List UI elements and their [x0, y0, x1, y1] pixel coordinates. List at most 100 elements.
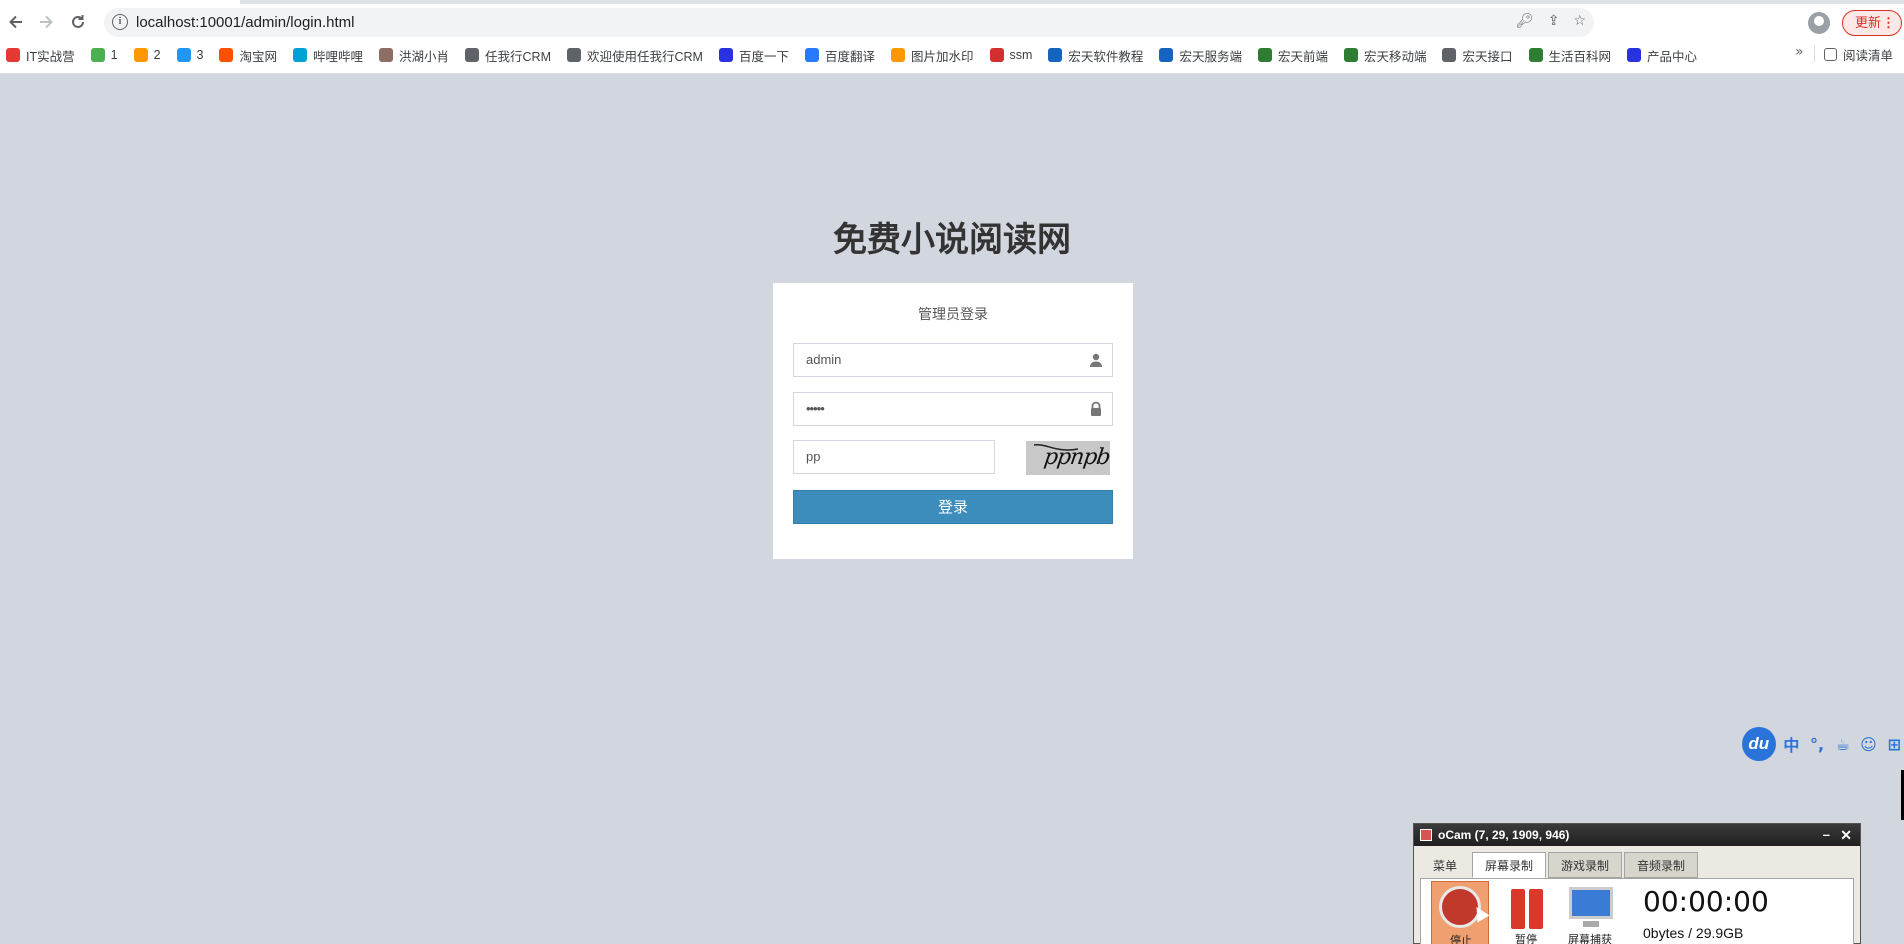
- bookmark-item[interactable]: 产品中心: [1627, 45, 1697, 65]
- bookmark-label: 3: [196, 48, 204, 62]
- pause-icon: [1511, 889, 1525, 929]
- bookmark-favicon-icon: [1159, 48, 1174, 62]
- bookmark-favicon-icon: [1257, 48, 1272, 62]
- forward-icon[interactable]: [34, 10, 58, 34]
- bookmark-label: 百度翻译: [824, 49, 875, 64]
- username-input[interactable]: admin: [793, 343, 1113, 377]
- back-icon[interactable]: [4, 10, 28, 34]
- bookmark-label: 洪湖小肖: [399, 49, 450, 64]
- password-input[interactable]: •••••: [793, 392, 1113, 426]
- bookmark-label: 宏天前端: [1277, 49, 1328, 64]
- bookmark-favicon-icon: [1442, 48, 1457, 62]
- bookmark-favicon-icon: [465, 48, 480, 62]
- ime-punctuation-toggle[interactable]: °,: [1807, 735, 1827, 754]
- bookmark-favicon-icon: [890, 48, 905, 62]
- reading-list-icon: [1824, 48, 1837, 61]
- bookmark-label: 哔哩哔哩: [312, 49, 363, 64]
- share-icon[interactable]: ⇪: [1548, 13, 1560, 29]
- profile-avatar[interactable]: [1808, 12, 1830, 34]
- bookmark-item[interactable]: 宏天前端: [1257, 45, 1328, 65]
- close-icon[interactable]: ✕: [1840, 824, 1852, 846]
- bookmark-item[interactable]: 1: [90, 45, 118, 65]
- tab-game-record[interactable]: 游戏录制: [1548, 852, 1623, 878]
- username-value: admin: [806, 352, 842, 367]
- bookmark-item[interactable]: ssm: [989, 45, 1033, 65]
- bookmark-favicon-icon: [1048, 48, 1063, 62]
- bookmarks-more-icon[interactable]: »: [1795, 44, 1804, 60]
- ime-user-icon[interactable]: ☺: [1859, 735, 1879, 754]
- browser-toolbar: i localhost:10001/admin/login.html 🔑︎ ⇪ …: [0, 0, 1904, 74]
- star-icon[interactable]: ☆: [1573, 13, 1586, 29]
- update-label: 更新: [1855, 15, 1882, 30]
- bookmark-item[interactable]: 图片加水印: [890, 45, 974, 65]
- ocam-window: oCam (7, 29, 1909, 946) – ✕ 菜单 屏幕录制 游戏录制…: [1413, 823, 1861, 944]
- monitor-stand: [1583, 921, 1599, 927]
- bookmark-item[interactable]: 哔哩哔哩: [292, 45, 363, 65]
- pause-button[interactable]: 暂停: [1497, 881, 1555, 944]
- reading-list-button[interactable]: 阅读清单: [1824, 45, 1893, 64]
- ocam-title: oCam (7, 29, 1909, 946): [1438, 828, 1570, 842]
- bookmark-item[interactable]: 百度一下: [718, 45, 789, 65]
- bookmark-item[interactable]: 百度翻译: [804, 45, 875, 65]
- bookmark-label: 宏天接口: [1462, 49, 1513, 64]
- ime-chinese-toggle[interactable]: 中: [1782, 732, 1802, 756]
- baidu-ime-logo[interactable]: du: [1742, 727, 1776, 761]
- bookmark-favicon-icon: [176, 48, 191, 62]
- pause-icon-bar: [1529, 889, 1543, 929]
- screen-capture-button[interactable]: 屏幕捕获: [1561, 881, 1619, 944]
- bookmark-item[interactable]: 2: [133, 45, 161, 65]
- bookmarks-divider: [1814, 46, 1815, 62]
- bookmark-label: 欢迎使用任我行CRM: [586, 49, 703, 64]
- stop-label: 停止: [1450, 934, 1472, 944]
- bookmark-favicon-icon: [1528, 48, 1543, 62]
- bookmark-label: 产品中心: [1647, 49, 1698, 64]
- bookmark-item[interactable]: 3: [176, 45, 204, 65]
- bookmarks-bar: IT实战营 1 2 3 淘宝网 哔哩哔哩 洪湖小肖 任我行CRM 欢迎使用任我行CRM 百度一下 百…: [6, 45, 1713, 65]
- key-icon[interactable]: 🔑︎: [1516, 13, 1534, 29]
- ime-skin-icon[interactable]: ☕: [1833, 735, 1853, 754]
- bookmark-item[interactable]: 生活百科网: [1528, 45, 1611, 65]
- login-box-message: 管理员登录: [918, 307, 988, 323]
- bookmark-favicon-icon: [219, 48, 234, 62]
- tab-screen-record[interactable]: 屏幕录制: [1472, 852, 1547, 878]
- bookmark-label: 百度一下: [738, 49, 789, 64]
- bookmark-label: 淘宝网: [239, 49, 277, 64]
- bookmark-favicon-icon: [379, 48, 393, 62]
- bookmark-item[interactable]: 宏天接口: [1442, 45, 1513, 65]
- bookmark-label: 宏天服务端: [1179, 49, 1242, 64]
- captcha-input[interactable]: pp: [793, 440, 995, 474]
- bookmark-label: IT实战营: [26, 49, 75, 64]
- lock-icon: [1091, 401, 1101, 416]
- url-text[interactable]: localhost:10001/admin/login.html: [136, 14, 354, 31]
- update-button[interactable]: 更新 ⋮: [1842, 10, 1903, 36]
- bookmark-favicon-icon: [804, 48, 819, 62]
- bookmark-label: 图片加水印: [910, 49, 974, 64]
- site-info-icon[interactable]: i: [112, 14, 128, 30]
- ime-menu-icon[interactable]: ⊞: [1884, 735, 1904, 754]
- ocam-titlebar[interactable]: oCam (7, 29, 1909, 946) – ✕: [1414, 824, 1860, 846]
- captcha-image[interactable]: ppnpb: [1026, 441, 1110, 475]
- bookmark-item[interactable]: 宏天服务端: [1159, 45, 1242, 65]
- address-bar[interactable]: i localhost:10001/admin/login.html 🔑︎ ⇪ …: [104, 8, 1594, 37]
- bookmark-item[interactable]: 任我行CRM: [465, 45, 551, 65]
- bookmark-favicon-icon: [566, 48, 581, 62]
- tab-menu[interactable]: 菜单: [1420, 852, 1470, 878]
- pause-label: 暂停: [1515, 933, 1537, 944]
- reload-icon[interactable]: [66, 10, 90, 34]
- bookmark-item[interactable]: IT实战营: [6, 45, 75, 65]
- minimize-icon[interactable]: –: [1823, 824, 1830, 846]
- monitor-icon: [1569, 887, 1613, 919]
- bookmark-item[interactable]: 淘宝网: [219, 45, 277, 65]
- bookmark-item[interactable]: 宏天软件教程: [1048, 45, 1143, 65]
- bookmark-item[interactable]: 洪湖小肖: [379, 45, 449, 65]
- bookmark-item[interactable]: 宏天移动端: [1343, 45, 1426, 65]
- bookmark-label: ssm: [1009, 48, 1033, 62]
- tab-audio-record[interactable]: 音频录制: [1624, 852, 1699, 878]
- reading-list-label: 阅读清单: [1843, 49, 1894, 63]
- password-value: •••••: [806, 401, 825, 416]
- bookmark-item[interactable]: 欢迎使用任我行CRM: [566, 45, 703, 65]
- record-timer: 00:00:00: [1643, 885, 1769, 918]
- tab-strip: [240, 0, 1904, 4]
- bookmark-label: 1: [110, 48, 118, 62]
- login-button[interactable]: 登录: [793, 490, 1113, 524]
